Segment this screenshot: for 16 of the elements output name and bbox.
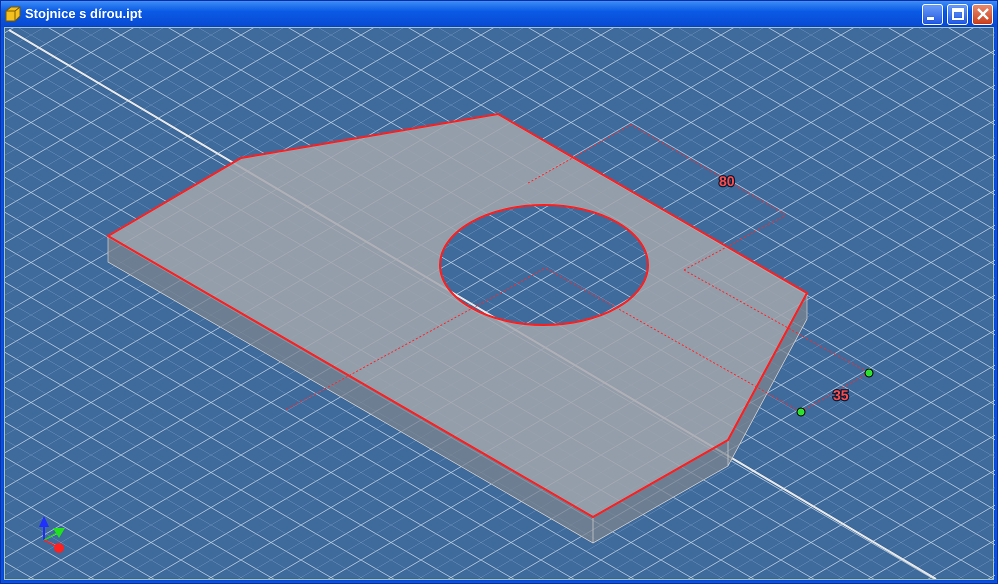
window-title: Stojnice s dírou.ipt [25,5,142,24]
grip-point-icon[interactable] [796,408,806,416]
coordinate-triad-icon [39,516,65,553]
minimize-button[interactable] [922,4,943,24]
cad-viewport[interactable]: 80 35 [4,27,994,580]
hole-outline[interactable] [439,204,649,326]
grip-point-icon[interactable] [864,368,874,378]
maximize-icon [952,8,964,20]
app-icon [5,6,21,22]
close-button[interactable] [972,4,993,24]
dimension-line[interactable] [528,124,786,270]
close-icon [976,8,988,20]
dimension-label[interactable]: 35 [833,387,849,403]
maximize-button[interactable] [947,4,968,24]
minimize-icon [927,17,934,20]
dimension-label[interactable]: 80 [719,173,735,189]
